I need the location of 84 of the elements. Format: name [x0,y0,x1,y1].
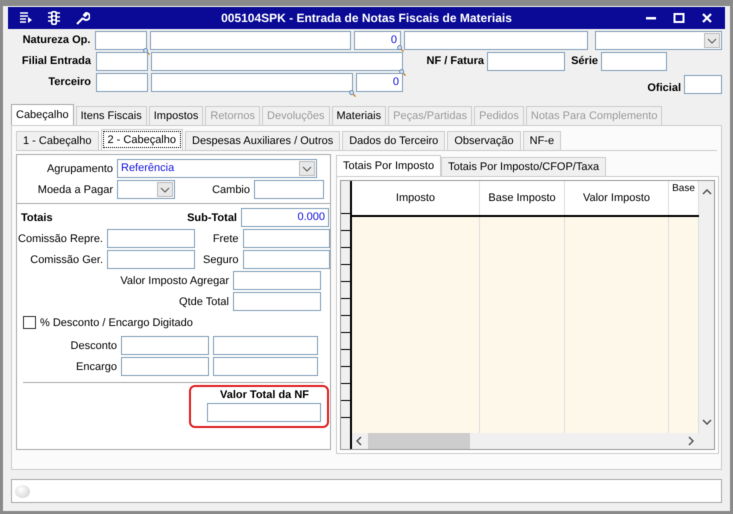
input-field[interactable] [150,31,352,50]
field-label: Frete [212,232,238,244]
field-label: Valor Total da NF [218,389,310,401]
tab[interactable]: Cabeçalho [11,104,74,125]
tab[interactable]: 1 - Cabeçalho [16,131,98,150]
input-field[interactable] [121,336,209,355]
chevron-up-icon[interactable] [702,189,712,195]
input-field[interactable] [107,229,194,248]
input-field[interactable] [213,336,318,355]
input-field[interactable]: 0.000 [241,208,329,227]
input-field[interactable] [684,75,722,94]
chevron-left-icon[interactable] [356,436,362,446]
field-label: Valor Imposto Agregar [119,274,229,286]
field-label: Série [570,54,598,69]
field-label: Filial Entrada [20,54,91,69]
field-label: Sub-Total [186,212,237,224]
input-field[interactable] [213,357,318,376]
tab[interactable]: NF-e [522,131,562,150]
chevron-down-icon[interactable] [702,419,712,425]
input-field[interactable] [207,403,321,422]
tab[interactable]: Observação [447,131,521,150]
search-icon[interactable] [397,45,404,52]
section-title: Totais [20,212,54,224]
field-label: Comissão Ger. [29,254,103,266]
input-field[interactable] [151,52,403,71]
input-field[interactable] [95,31,148,50]
input-field[interactable] [601,52,667,71]
input-field[interactable] [254,180,324,199]
input-field[interactable] [96,73,148,92]
tab[interactable]: 2 - Cabeçalho [100,129,183,150]
field-label: Moeda a Pagar [36,184,113,196]
tab[interactable]: Materiais [332,106,386,125]
maximize-icon[interactable] [673,12,685,24]
input-field[interactable] [233,292,321,311]
input-field[interactable] [404,31,588,50]
wrench-icon[interactable] [74,10,90,26]
vertical-scrollbar[interactable] [699,181,714,449]
column-header[interactable]: Imposto [352,181,480,215]
field-label: Terceiro [47,75,91,90]
tab[interactable]: Totais Por Imposto [336,155,442,176]
horizontal-scrollbar[interactable] [352,433,699,449]
input-field[interactable] [121,357,209,376]
menu-icon[interactable] [18,10,34,26]
field-label: Encargo [75,360,117,372]
tab[interactable]: Despesas Auxiliares / Outros [185,131,340,150]
chevron-down-icon [302,166,312,172]
input-field[interactable] [487,52,565,71]
input-field[interactable] [107,250,194,269]
search-icon[interactable] [349,90,356,97]
chevron-down-icon [160,186,170,192]
tab[interactable]: Dados do Terceiro [342,131,446,150]
field-label: NF / Fatura [426,54,484,69]
chevron-right-icon[interactable] [688,436,694,446]
field-label: Qtde Total [178,296,229,308]
status-light-icon [15,484,30,498]
tab[interactable]: Itens Fiscais [76,106,147,125]
field-label: Comissão Repre. [17,232,103,244]
input-field[interactable]: 0 [356,73,403,92]
dropdown[interactable]: Referência [117,159,317,178]
field-label: Oficial [646,81,681,96]
field-label: Seguro [202,254,238,266]
field-label: Natureza Op. [22,33,90,48]
input-field[interactable] [151,73,353,92]
tab[interactable]: Totais Por Imposto/CFOP/Taxa [441,157,606,176]
window-title: 005104SPK - Entrada de Notas Fiscais de Materiais [220,11,513,25]
close-icon[interactable] [701,12,713,24]
input-field[interactable] [242,229,330,248]
input-field[interactable] [96,52,148,71]
input-field[interactable] [242,250,330,269]
field-label: Desconto [70,340,117,352]
dropdown[interactable] [594,31,722,50]
input-field[interactable]: 0 [354,31,402,50]
chevron-down-icon [706,38,717,44]
field-label: Cambio [211,184,250,196]
column-header[interactable]: Valor Imposto [565,181,669,215]
column-header[interactable]: Base Imposto [480,181,565,215]
tab[interactable]: Impostos [148,106,204,125]
traffic-light-icon[interactable] [46,10,62,26]
search-icon[interactable] [399,69,406,76]
dropdown[interactable] [117,180,175,199]
input-field[interactable] [233,271,321,290]
field-label: Agrupamento [46,162,113,174]
checkbox[interactable] [23,316,36,329]
checkbox-label: % Desconto / Encargo Digitado [40,316,193,328]
